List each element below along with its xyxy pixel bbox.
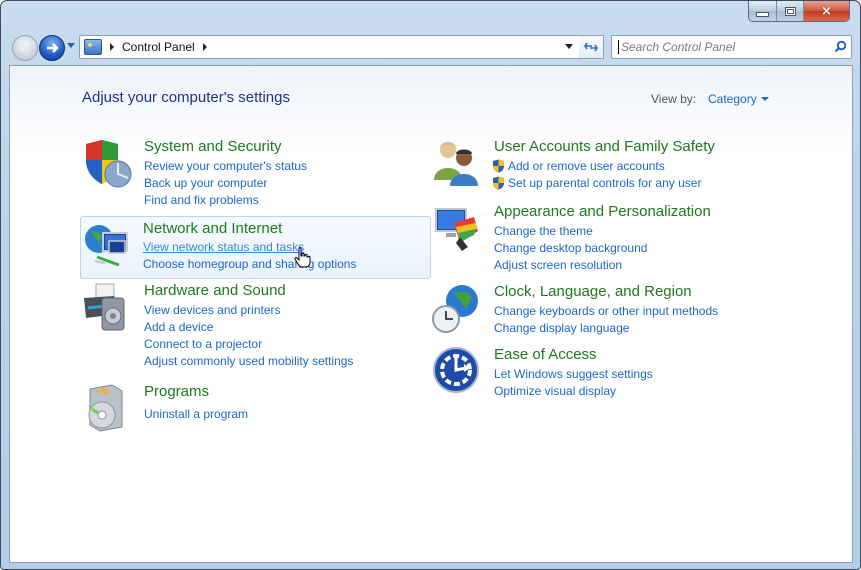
category-title[interactable]: Hardware and Sound xyxy=(144,282,286,299)
link-add-device[interactable]: Add a device xyxy=(144,318,353,335)
category-hardware-sound: Hardware and Sound View devices and prin… xyxy=(82,282,382,372)
link-label[interactable]: Add or remove user accounts xyxy=(508,159,665,173)
link-label[interactable]: Set up parental controls for any user xyxy=(508,176,701,190)
link-connect-projector[interactable]: Connect to a projector xyxy=(144,335,353,352)
hand-cursor-icon xyxy=(294,247,311,268)
navigation-bar: Control Panel xyxy=(1,31,860,63)
category-title[interactable]: Clock, Language, and Region xyxy=(494,283,692,300)
link-change-theme[interactable]: Change the theme xyxy=(494,222,647,239)
address-dropdown-icon[interactable] xyxy=(565,44,573,49)
maximize-icon xyxy=(784,6,796,16)
close-icon: × xyxy=(821,3,832,19)
link-homegroup-sharing[interactable]: Choose homegroup and sharing options xyxy=(143,255,356,272)
category-system-security: System and Security Review your computer… xyxy=(82,138,362,210)
breadcrumb-control-panel[interactable]: Control Panel xyxy=(122,40,195,54)
recent-pages-dropdown[interactable] xyxy=(67,43,75,48)
shield-icon xyxy=(86,140,132,188)
link-mobility-settings[interactable]: Adjust commonly used mobility settings xyxy=(144,352,353,369)
link-uninstall-program[interactable]: Uninstall a program xyxy=(144,405,248,422)
window-controls: × xyxy=(748,1,850,22)
category-clock-language: Clock, Language, and Region Change keybo… xyxy=(432,283,752,339)
minimize-button[interactable] xyxy=(749,1,777,21)
view-by-dropdown[interactable]: Category xyxy=(708,92,757,106)
forward-arrow-icon xyxy=(47,43,59,53)
category-title[interactable]: Appearance and Personalization xyxy=(494,203,711,220)
breadcrumb-arrow-icon[interactable] xyxy=(202,43,207,51)
category-title[interactable]: System and Security xyxy=(144,138,282,155)
maximize-button[interactable] xyxy=(777,1,804,21)
category-title[interactable]: Ease of Access xyxy=(494,346,597,363)
category-user-accounts: User Accounts and Family Safety Add or r… xyxy=(432,138,752,194)
uac-shield-icon xyxy=(493,159,504,172)
printer-speaker-icon xyxy=(84,283,125,331)
link-desktop-background[interactable]: Change desktop background xyxy=(494,239,647,256)
forward-button[interactable] xyxy=(39,35,65,61)
network-globe-icon xyxy=(85,225,128,267)
refresh-icon xyxy=(584,42,598,52)
back-arrow-icon xyxy=(18,43,30,53)
refresh-button[interactable] xyxy=(579,35,604,59)
category-ease-of-access: Ease of Access Let Windows suggest setti… xyxy=(432,346,732,402)
link-devices-printers[interactable]: View devices and printers xyxy=(144,301,353,318)
link-network-status[interactable]: View network status and tasks xyxy=(143,238,356,255)
control-panel-window: × Control Panel Adjust your computer's s… xyxy=(0,0,861,570)
monitor-palette-icon xyxy=(435,208,478,251)
address-bar[interactable]: Control Panel xyxy=(79,35,580,59)
link-optimize-display[interactable]: Optimize visual display xyxy=(494,382,653,399)
category-title[interactable]: Network and Internet xyxy=(143,220,282,237)
view-by-label: View by: xyxy=(651,92,697,106)
search-input[interactable] xyxy=(618,40,826,54)
back-button[interactable] xyxy=(12,35,38,61)
content-area: Adjust your computer's settings View by:… xyxy=(9,65,853,563)
programs-disc-icon xyxy=(88,384,123,432)
link-screen-resolution[interactable]: Adjust screen resolution xyxy=(494,256,647,273)
breadcrumb-arrow-icon[interactable] xyxy=(110,43,114,51)
link-review-status[interactable]: Review your computer's status xyxy=(144,157,307,174)
uac-shield-icon xyxy=(493,176,504,189)
users-icon xyxy=(434,142,478,186)
search-icon[interactable] xyxy=(834,40,847,53)
link-add-remove-accounts[interactable]: Add or remove user accounts xyxy=(492,157,701,174)
category-title[interactable]: Programs xyxy=(144,383,209,400)
close-button[interactable]: × xyxy=(804,1,849,21)
link-parental-controls[interactable]: Set up parental controls for any user xyxy=(492,174,701,191)
link-suggest-settings[interactable]: Let Windows suggest settings xyxy=(494,365,653,382)
minimize-icon xyxy=(756,11,769,17)
category-programs: Programs Uninstall a program xyxy=(82,383,282,433)
chevron-down-icon[interactable] xyxy=(761,97,769,101)
globe-clock-icon xyxy=(432,285,478,333)
control-panel-icon xyxy=(84,39,102,55)
page-title: Adjust your computer's settings xyxy=(82,89,290,106)
category-appearance: Appearance and Personalization Change th… xyxy=(432,203,752,275)
category-title[interactable]: User Accounts and Family Safety xyxy=(494,138,715,155)
category-network-internet: Network and Internet View network status… xyxy=(80,216,431,279)
search-box[interactable] xyxy=(611,35,852,59)
link-display-language[interactable]: Change display language xyxy=(494,319,718,336)
ease-of-access-icon xyxy=(433,347,479,393)
link-backup[interactable]: Back up your computer xyxy=(144,174,307,191)
link-keyboards-input[interactable]: Change keyboards or other input methods xyxy=(494,302,718,319)
link-find-fix-problems[interactable]: Find and fix problems xyxy=(144,191,307,208)
